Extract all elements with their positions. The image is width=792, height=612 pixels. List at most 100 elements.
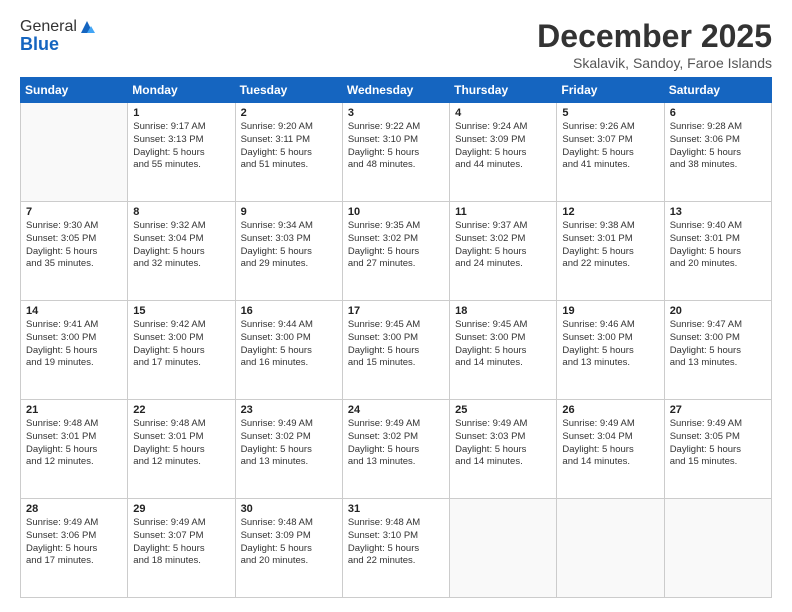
day-number: 25 — [455, 404, 551, 416]
day-number: 18 — [455, 305, 551, 317]
day-info: Sunrise: 9:48 AM Sunset: 3:10 PM Dayligh… — [348, 517, 444, 568]
day-info: Sunrise: 9:47 AM Sunset: 3:00 PM Dayligh… — [670, 319, 766, 370]
day-info: Sunrise: 9:40 AM Sunset: 3:01 PM Dayligh… — [670, 220, 766, 271]
calendar-table: Sunday Monday Tuesday Wednesday Thursday… — [20, 77, 772, 598]
day-info: Sunrise: 9:49 AM Sunset: 3:06 PM Dayligh… — [26, 517, 122, 568]
table-cell — [21, 103, 128, 202]
calendar-week-row: 1 Sunrise: 9:17 AM Sunset: 3:13 PM Daylig… — [21, 103, 772, 202]
day-info: Sunrise: 9:44 AM Sunset: 3:00 PM Dayligh… — [241, 319, 337, 370]
calendar-week-row: 7 Sunrise: 9:30 AM Sunset: 3:05 PM Daylig… — [21, 202, 772, 301]
table-cell: 31 Sunrise: 9:48 AM Sunset: 3:10 PM Dayli… — [342, 499, 449, 598]
table-cell: 23 Sunrise: 9:49 AM Sunset: 3:02 PM Dayli… — [235, 400, 342, 499]
table-cell: 13 Sunrise: 9:40 AM Sunset: 3:01 PM Dayli… — [664, 202, 771, 301]
table-cell: 7 Sunrise: 9:30 AM Sunset: 3:05 PM Daylig… — [21, 202, 128, 301]
table-cell: 4 Sunrise: 9:24 AM Sunset: 3:09 PM Daylig… — [450, 103, 557, 202]
day-number: 22 — [133, 404, 229, 416]
col-monday: Monday — [128, 78, 235, 103]
day-number: 28 — [26, 503, 122, 515]
day-number: 31 — [348, 503, 444, 515]
table-cell: 11Sunrise: 9:37 AM Sunset: 3:02 PM Dayli… — [450, 202, 557, 301]
day-info: Sunrise: 9:49 AM Sunset: 3:04 PM Dayligh… — [562, 418, 658, 469]
col-thursday: Thursday — [450, 78, 557, 103]
day-info: Sunrise: 9:30 AM Sunset: 3:05 PM Dayligh… — [26, 220, 122, 271]
table-cell: 15 Sunrise: 9:42 AM Sunset: 3:00 PM Dayli… — [128, 301, 235, 400]
day-number: 7 — [26, 206, 122, 218]
title-block: December 2025 Skalavik, Sandoy, Faroe Is… — [537, 18, 772, 71]
table-cell: 30 Sunrise: 9:48 AM Sunset: 3:09 PM Dayli… — [235, 499, 342, 598]
table-cell: 18Sunrise: 9:45 AM Sunset: 3:00 PM Dayli… — [450, 301, 557, 400]
day-info: Sunrise: 9:49 AM Sunset: 3:02 PM Dayligh… — [241, 418, 337, 469]
table-cell: 10Sunrise: 9:35 AM Sunset: 3:02 PM Dayli… — [342, 202, 449, 301]
day-number: 14 — [26, 305, 122, 317]
table-cell — [664, 499, 771, 598]
day-number: 24 — [348, 404, 444, 416]
table-cell: 6Sunrise: 9:28 AM Sunset: 3:06 PM Daylig… — [664, 103, 771, 202]
day-info: Sunrise: 9:48 AM Sunset: 3:01 PM Dayligh… — [133, 418, 229, 469]
day-number: 17 — [348, 305, 444, 317]
table-cell: 19Sunrise: 9:46 AM Sunset: 3:00 PM Dayli… — [557, 301, 664, 400]
table-cell: 26 Sunrise: 9:49 AM Sunset: 3:04 PM Dayli… — [557, 400, 664, 499]
day-info: Sunrise: 9:45 AM Sunset: 3:00 PM Dayligh… — [348, 319, 444, 370]
table-cell: 29 Sunrise: 9:49 AM Sunset: 3:07 PM Dayli… — [128, 499, 235, 598]
day-info: Sunrise: 9:24 AM Sunset: 3:09 PM Dayligh… — [455, 121, 551, 172]
day-number: 12 — [562, 206, 658, 218]
table-cell: 3Sunrise: 9:22 AM Sunset: 3:10 PM Daylig… — [342, 103, 449, 202]
day-info: Sunrise: 9:48 AM Sunset: 3:01 PM Dayligh… — [26, 418, 122, 469]
header: General Blue December 2025 Skalavik, San… — [20, 18, 772, 71]
day-number: 5 — [562, 107, 658, 119]
day-info: Sunrise: 9:20 AM Sunset: 3:11 PM Dayligh… — [241, 121, 337, 172]
table-cell: 12 Sunrise: 9:38 AM Sunset: 3:01 PM Dayli… — [557, 202, 664, 301]
day-number: 16 — [241, 305, 337, 317]
day-info: Sunrise: 9:49 AM Sunset: 3:07 PM Dayligh… — [133, 517, 229, 568]
day-number: 23 — [241, 404, 337, 416]
day-number: 10 — [348, 206, 444, 218]
col-tuesday: Tuesday — [235, 78, 342, 103]
table-cell: 20 Sunrise: 9:47 AM Sunset: 3:00 PM Dayli… — [664, 301, 771, 400]
day-info: Sunrise: 9:46 AM Sunset: 3:00 PM Dayligh… — [562, 319, 658, 370]
table-cell: 28 Sunrise: 9:49 AM Sunset: 3:06 PM Dayli… — [21, 499, 128, 598]
table-cell: 17 Sunrise: 9:45 AM Sunset: 3:00 PM Dayli… — [342, 301, 449, 400]
col-friday: Friday — [557, 78, 664, 103]
day-number: 15 — [133, 305, 229, 317]
header-row: Sunday Monday Tuesday Wednesday Thursday… — [21, 78, 772, 103]
day-info: Sunrise: 9:22 AM Sunset: 3:10 PM Dayligh… — [348, 121, 444, 172]
day-info: Sunrise: 9:17 AM Sunset: 3:13 PM Dayligh… — [133, 121, 229, 172]
table-cell: 1 Sunrise: 9:17 AM Sunset: 3:13 PM Daylig… — [128, 103, 235, 202]
table-cell: 27 Sunrise: 9:49 AM Sunset: 3:05 PM Dayli… — [664, 400, 771, 499]
table-cell: 8Sunrise: 9:32 AM Sunset: 3:04 PM Daylig… — [128, 202, 235, 301]
location: Skalavik, Sandoy, Faroe Islands — [537, 55, 772, 71]
day-number: 9 — [241, 206, 337, 218]
day-info: Sunrise: 9:49 AM Sunset: 3:05 PM Dayligh… — [670, 418, 766, 469]
table-cell: 5Sunrise: 9:26 AM Sunset: 3:07 PM Daylig… — [557, 103, 664, 202]
table-cell: 22 Sunrise: 9:48 AM Sunset: 3:01 PM Dayli… — [128, 400, 235, 499]
col-sunday: Sunday — [21, 78, 128, 103]
day-info: Sunrise: 9:48 AM Sunset: 3:09 PM Dayligh… — [241, 517, 337, 568]
month-title: December 2025 — [537, 18, 772, 55]
day-number: 1 — [133, 107, 229, 119]
calendar-week-row: 21 Sunrise: 9:48 AM Sunset: 3:01 PM Dayli… — [21, 400, 772, 499]
day-info: Sunrise: 9:28 AM Sunset: 3:06 PM Dayligh… — [670, 121, 766, 172]
day-number: 29 — [133, 503, 229, 515]
day-info: Sunrise: 9:49 AM Sunset: 3:03 PM Dayligh… — [455, 418, 551, 469]
table-cell: 2Sunrise: 9:20 AM Sunset: 3:11 PM Daylig… — [235, 103, 342, 202]
day-number: 13 — [670, 206, 766, 218]
day-info: Sunrise: 9:32 AM Sunset: 3:04 PM Dayligh… — [133, 220, 229, 271]
day-number: 4 — [455, 107, 551, 119]
table-cell — [450, 499, 557, 598]
calendar-week-row: 14 Sunrise: 9:41 AM Sunset: 3:00 PM Dayli… — [21, 301, 772, 400]
day-info: Sunrise: 9:41 AM Sunset: 3:00 PM Dayligh… — [26, 319, 122, 370]
table-cell — [557, 499, 664, 598]
day-number: 30 — [241, 503, 337, 515]
table-cell: 14 Sunrise: 9:41 AM Sunset: 3:00 PM Dayli… — [21, 301, 128, 400]
day-number: 27 — [670, 404, 766, 416]
table-cell: 24 Sunrise: 9:49 AM Sunset: 3:02 PM Dayli… — [342, 400, 449, 499]
day-info: Sunrise: 9:38 AM Sunset: 3:01 PM Dayligh… — [562, 220, 658, 271]
logo: General Blue — [20, 18, 95, 55]
day-info: Sunrise: 9:37 AM Sunset: 3:02 PM Dayligh… — [455, 220, 551, 271]
table-cell: 16 Sunrise: 9:44 AM Sunset: 3:00 PM Dayli… — [235, 301, 342, 400]
day-number: 26 — [562, 404, 658, 416]
day-number: 21 — [26, 404, 122, 416]
day-number: 20 — [670, 305, 766, 317]
day-info: Sunrise: 9:49 AM Sunset: 3:02 PM Dayligh… — [348, 418, 444, 469]
day-info: Sunrise: 9:42 AM Sunset: 3:00 PM Dayligh… — [133, 319, 229, 370]
